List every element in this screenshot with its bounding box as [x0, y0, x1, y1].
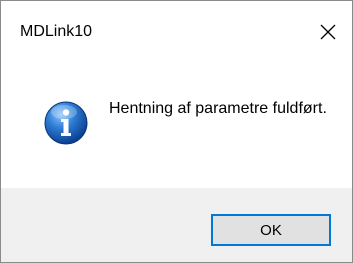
ok-button[interactable]: OK [211, 214, 331, 246]
close-button[interactable] [310, 14, 346, 50]
info-icon [43, 100, 89, 146]
title-bar: MDLink10 [1, 1, 352, 59]
close-icon [320, 24, 336, 40]
message-dialog: MDLink10 Hentning af parametre fuldført.… [0, 0, 353, 263]
dialog-content: Hentning af parametre fuldført. [1, 59, 352, 188]
window-title: MDLink10 [20, 23, 93, 40]
message-text: Hentning af parametre fuldført. [109, 100, 327, 117]
button-bar: OK [1, 188, 352, 262]
